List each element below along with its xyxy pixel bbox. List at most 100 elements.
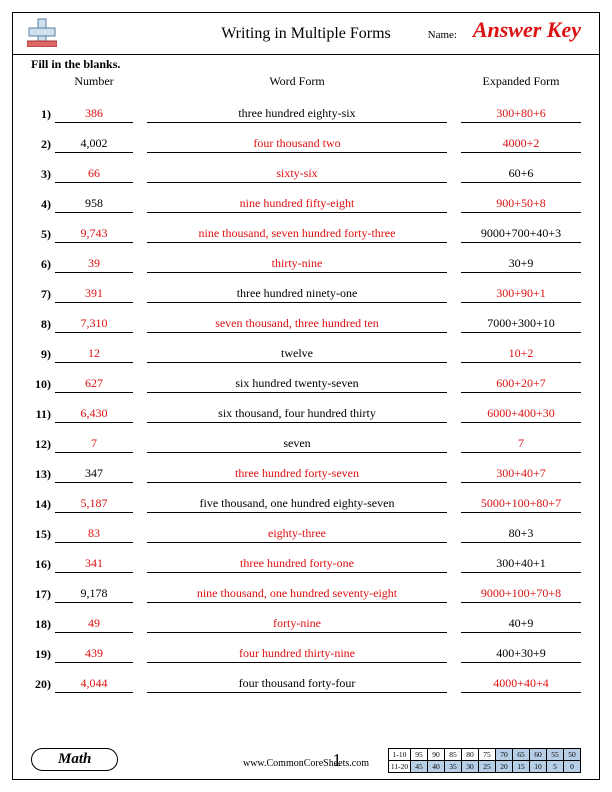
score-cell: 95 [411,749,428,761]
row-number: 15) [31,527,55,543]
table-row: 1)386 three hundred eighty-six 300+80+6 [31,93,581,123]
row-number: 16) [31,557,55,573]
table-row: 14)5,187five thousand, one hundred eight… [31,483,581,513]
cell-expanded: 600+20+7 [461,376,581,393]
cell-expanded: 900+50+8 [461,196,581,213]
cell-number: 7 [55,436,133,453]
cell-word: thirty-nine [147,256,447,273]
instructions: Fill in the blanks. [31,57,581,72]
row-number: 6) [31,257,55,273]
table-row: 9)12twelve10+2 [31,333,581,363]
cell-number: 66 [55,166,133,183]
score-cell: 25 [479,761,496,773]
name-label: Name: [428,29,457,41]
cell-expanded: 10+2 [461,346,581,363]
row-number: 20) [31,677,55,693]
row-number: 14) [31,497,55,513]
score-cell: 15 [513,761,530,773]
score-cell: 60 [530,749,547,761]
cell-number: 386 [55,106,133,123]
cell-word: four thousand two [147,136,447,153]
header-word: Word Form [133,74,461,89]
cell-number: 5,187 [55,496,133,513]
table-row: 2)4,002four thousand two4000+2 [31,123,581,153]
table-row: 6)39 thirty-nine 30+9 [31,243,581,273]
title-bar: Writing in Multiple Forms Name: Answer K… [31,23,581,53]
cell-word: seven [147,436,447,453]
score-cell: 50 [564,749,581,761]
row-number: 18) [31,617,55,633]
cell-number: 12 [55,346,133,363]
rows-container: 1)386three hundred eighty-six300+80+62)4… [31,93,581,693]
header-number: Number [55,74,133,89]
cell-word: six thousand, four hundred thirty [147,406,447,423]
score-cell: 90 [428,749,445,761]
cell-number: 439 [55,646,133,663]
cell-expanded: 300+90+1 [461,286,581,303]
cell-number: 4,002 [55,136,133,153]
cell-expanded: 6000+400+30 [461,406,581,423]
row-number: 3) [31,167,55,183]
answer-key-label: Answer Key [473,17,581,43]
cell-number: 9,178 [55,586,133,603]
score-cell: 30 [462,761,479,773]
score-row-label: 1-10 [389,749,411,761]
cell-expanded: 9000+700+40+3 [461,226,581,243]
title-underline [13,54,599,55]
score-cell: 65 [513,749,530,761]
table-row: 10)627six hundred twenty-seven600+20+7 [31,363,581,393]
cell-word: sixty-six [147,166,447,183]
cell-number: 49 [55,616,133,633]
cell-number: 9,743 [55,226,133,243]
row-number: 2) [31,137,55,153]
cell-expanded: 7000+300+10 [461,316,581,333]
cell-expanded: 300+80+6 [461,106,581,123]
row-number: 9) [31,347,55,363]
table-row: 19)439four hundred thirty-nine400+30+9 [31,633,581,663]
cell-word: three hundred forty-seven [147,466,447,483]
row-number: 8) [31,317,55,333]
cell-expanded: 400+30+9 [461,646,581,663]
row-number: 12) [31,437,55,453]
score-cell: 85 [445,749,462,761]
score-grid: 1-109590858075706560555011-2045403530252… [388,748,581,773]
cell-word: eighty-three [147,526,447,543]
cell-number: 4,044 [55,676,133,693]
cell-word: three hundred ninety-one [147,286,447,303]
cell-expanded: 4000+40+4 [461,676,581,693]
cell-word: forty-nine [147,616,447,633]
cell-word: three hundred eighty-six [147,106,447,123]
cell-number: 347 [55,466,133,483]
cell-number: 6,430 [55,406,133,423]
table-row: 7)391three hundred ninety-one300+90+1 [31,273,581,303]
row-number: 11) [31,407,55,423]
table-row: 5)9,743 nine thousand, seven hundred fort… [31,213,581,243]
score-cell: 35 [445,761,462,773]
row-number: 5) [31,227,55,243]
table-row: 20)4,044four thousand forty-four4000+40+… [31,663,581,693]
cell-expanded: 60+6 [461,166,581,183]
cell-number: 958 [55,196,133,213]
table-row: 11)6,430 six thousand, four hundred thirt… [31,393,581,423]
score-row-label: 11-20 [389,761,411,773]
row-number: 4) [31,197,55,213]
cell-word: four hundred thirty-nine [147,646,447,663]
score-cell: 80 [462,749,479,761]
cell-expanded: 300+40+7 [461,466,581,483]
table-row: 16)341three hundred forty-one300+40+1 [31,543,581,573]
cell-expanded: 5000+100+80+7 [461,496,581,513]
worksheet-page: Writing in Multiple Forms Name: Answer K… [12,12,600,780]
score-cell: 75 [479,749,496,761]
cell-expanded: 40+9 [461,616,581,633]
row-number: 17) [31,587,55,603]
cell-expanded: 9000+100+70+8 [461,586,581,603]
cell-number: 39 [55,256,133,273]
cell-word: nine thousand, seven hundred forty-three [147,226,447,243]
cell-expanded: 30+9 [461,256,581,273]
score-cell: 40 [428,761,445,773]
cell-number: 341 [55,556,133,573]
cell-number: 83 [55,526,133,543]
row-number: 1) [31,107,55,123]
cell-expanded: 7 [461,436,581,453]
cell-word: three hundred forty-one [147,556,447,573]
